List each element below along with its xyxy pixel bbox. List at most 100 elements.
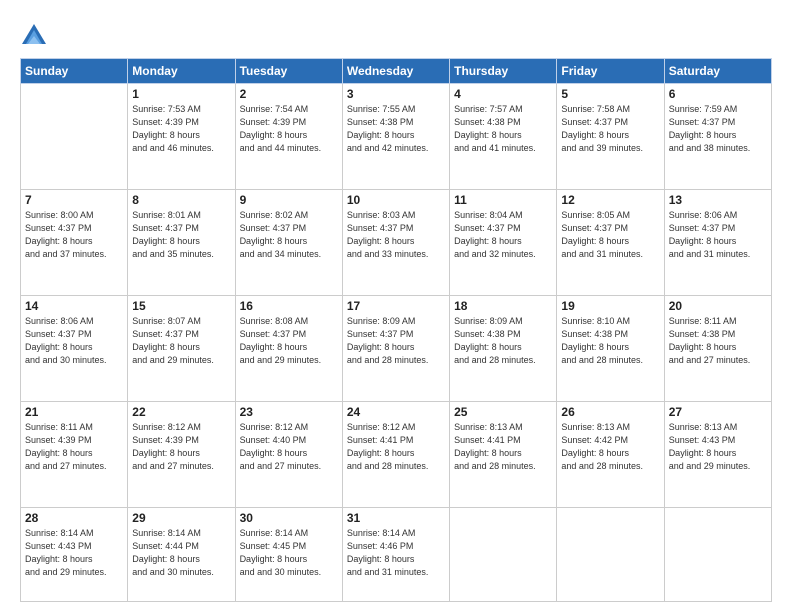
day-number: 17 [347,299,445,313]
sunset-text: Sunset: 4:38 PM [561,329,628,339]
daylight-text: Daylight: 8 hours [240,448,308,458]
daylight-text2: and and 33 minutes. [347,249,429,259]
day-info: Sunrise: 8:09 AMSunset: 4:38 PMDaylight:… [454,315,552,367]
day-info: Sunrise: 8:04 AMSunset: 4:37 PMDaylight:… [454,209,552,261]
daylight-text: Daylight: 8 hours [240,130,308,140]
day-info: Sunrise: 8:05 AMSunset: 4:37 PMDaylight:… [561,209,659,261]
calendar-cell: 18Sunrise: 8:09 AMSunset: 4:38 PMDayligh… [450,296,557,402]
day-info: Sunrise: 8:10 AM Sunset: 4:38 PM Daylight:… [561,315,659,367]
sunset-text: Sunset: 4:37 PM [240,223,307,233]
sunrise-text: Sunrise: 8:02 AM [240,210,309,220]
daylight-text2: and and 42 minutes. [347,143,429,153]
day-info: Sunrise: 8:12 AMSunset: 4:40 PMDaylight:… [240,421,338,473]
day-number: 22 [132,405,230,419]
sunset-text: Sunset: 4:37 PM [25,329,92,339]
day-info: Sunrise: 8:14 AM Sunset: 4:46 PM Daylight:… [347,527,445,579]
daylight-text: Daylight: 8 hours [132,554,200,564]
daylight-text2: and and 35 minutes. [132,249,214,259]
sunrise-text: Sunrise: 8:12 AM [132,422,201,432]
sunset-text: Sunset: 4:46 PM [347,541,414,551]
calendar-cell: 10Sunrise: 8:03 AMSunset: 4:37 PMDayligh… [342,190,449,296]
day-number: 20 [669,299,767,313]
day-info: Sunrise: 8:00 AMSunset: 4:37 PMDaylight:… [25,209,123,261]
sunrise-text: Sunrise: 8:11 AM [25,422,93,432]
daylight-text2: and and 29 minutes. [132,355,214,365]
calendar-cell: 11 Sunrise: 8:04 AMSunset: 4:37 PMDayligh… [450,190,557,296]
day-info: Sunrise: 8:08 AMSunset: 4:37 PMDaylight:… [240,315,338,367]
daylight-text: Daylight: 8 hours [561,130,629,140]
calendar-header-sunday: Sunday [21,59,128,84]
sunset-text: Sunset: 4:37 PM [347,223,414,233]
sunrise-text: Sunrise: 8:13 AM [561,422,630,432]
sunset-text: Sunset: 4:39 PM [25,435,92,445]
sunset-text: Sunset: 4:38 PM [669,329,736,339]
day-number: 14 [25,299,123,313]
day-number: 26 [561,405,659,419]
daylight-text2: and and 27 minutes. [669,355,751,365]
daylight-text2: and and 32 minutes. [454,249,536,259]
daylight-text: Daylight: 8 hours [240,554,308,564]
day-info: Sunrise: 8:11 AMSunset: 4:39 PMDaylight:… [25,421,123,473]
daylight-text2: and and 30 minutes. [25,355,107,365]
daylight-text: Daylight: 8 hours [669,448,737,458]
sunset-text: Sunset: 4:37 PM [561,223,628,233]
sunrise-text: Sunrise: 8:09 AM [347,316,416,326]
sunset-text: Sunset: 4:44 PM [132,541,199,551]
daylight-text2: and and 31 minutes. [669,249,751,259]
day-number: 30 [240,511,338,525]
day-number: 9 [240,193,338,207]
calendar-cell [557,508,664,602]
daylight-text2: and and 31 minutes. [347,567,429,577]
daylight-text2: and and 29 minutes. [25,567,107,577]
calendar-cell: 25Sunrise: 8:13 AMSunset: 4:41 PMDayligh… [450,402,557,508]
daylight-text2: and and 30 minutes. [132,567,214,577]
daylight-text: Daylight: 8 hours [132,236,200,246]
calendar-cell: 6Sunrise: 7:59 AMSunset: 4:37 PMDaylight… [664,84,771,190]
sunrise-text: Sunrise: 8:12 AM [347,422,416,432]
calendar-cell [450,508,557,602]
sunrise-text: Sunrise: 8:08 AM [240,316,309,326]
sunset-text: Sunset: 4:42 PM [561,435,628,445]
calendar-cell [21,84,128,190]
sunrise-text: Sunrise: 7:55 AM [347,104,416,114]
calendar-cell: 8Sunrise: 8:01 AMSunset: 4:37 PMDaylight… [128,190,235,296]
calendar-cell: 29Sunrise: 8:14 AMSunset: 4:44 PMDayligh… [128,508,235,602]
sunset-text: Sunset: 4:43 PM [669,435,736,445]
day-info: Sunrise: 8:02 AMSunset: 4:37 PMDaylight:… [240,209,338,261]
calendar-cell: 13Sunrise: 8:06 AMSunset: 4:37 PMDayligh… [664,190,771,296]
day-info: Sunrise: 7:57 AMSunset: 4:38 PMDaylight:… [454,103,552,155]
day-info: Sunrise: 8:11 AMSunset: 4:38 PMDaylight:… [669,315,767,367]
day-number: 21 [25,405,123,419]
sunrise-text: Sunrise: 8:10 AM [561,316,630,326]
sunrise-text: Sunrise: 8:14 AM [347,528,416,538]
calendar-cell: 22Sunrise: 8:12 AMSunset: 4:39 PMDayligh… [128,402,235,508]
day-number: 2 [240,87,338,101]
day-info: Sunrise: 8:14 AMSunset: 4:44 PMDaylight:… [132,527,230,579]
sunset-text: Sunset: 4:39 PM [132,117,199,127]
calendar-week-row: 21 Sunrise: 8:11 AM Sunset: 4:39 PM Dayligh… [21,402,772,508]
sunrise-text: Sunrise: 8:04 AM [454,210,523,220]
daylight-text2: and and 27 minutes. [25,461,107,471]
day-info: Sunrise: 8:14 AMSunset: 4:43 PMDaylight:… [25,527,123,579]
day-number: 15 [132,299,230,313]
daylight-text: Daylight: 8 hours [347,554,415,564]
calendar-cell: 24Sunrise: 8:12 AMSunset: 4:41 PMDayligh… [342,402,449,508]
calendar-header-wednesday: Wednesday [342,59,449,84]
sunrise-text: Sunrise: 7:59 AM [669,104,738,114]
day-number: 11 [454,193,552,207]
day-number: 19 [561,299,659,313]
calendar-cell: 4Sunrise: 7:57 AMSunset: 4:38 PMDaylight… [450,84,557,190]
calendar-cell: 23Sunrise: 8:12 AMSunset: 4:40 PMDayligh… [235,402,342,508]
sunrise-text: Sunrise: 8:06 AM [25,316,94,326]
sunset-text: Sunset: 4:38 PM [454,329,521,339]
day-number: 12 [561,193,659,207]
sunset-text: Sunset: 4:37 PM [561,117,628,127]
sunrise-text: Sunrise: 8:00 AM [25,210,94,220]
day-info: Sunrise: 8:12 AMSunset: 4:41 PMDaylight:… [347,421,445,473]
logo [20,22,52,50]
sunrise-text: Sunrise: 8:06 AM [669,210,738,220]
daylight-text: Daylight: 8 hours [561,342,629,352]
sunrise-text: Sunrise: 8:14 AM [240,528,309,538]
calendar-header-monday: Monday [128,59,235,84]
daylight-text2: and and 28 minutes. [561,355,643,365]
